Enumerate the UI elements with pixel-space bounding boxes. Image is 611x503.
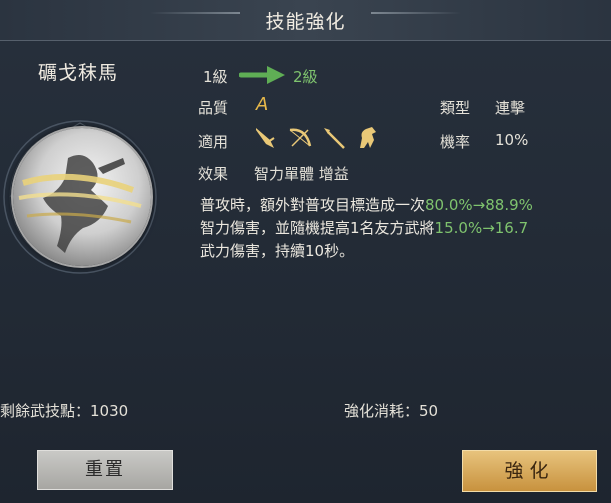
sword-icon	[252, 124, 280, 152]
skill-name: 礪戈秣馬	[37, 62, 118, 84]
arrow-right-icon	[239, 66, 285, 84]
quality-label: 品質	[198, 99, 229, 117]
enhance-cost: 強化消耗：50	[344, 402, 439, 420]
reset-button[interactable]: 重置	[37, 450, 173, 490]
effect-label: 效果	[198, 165, 229, 183]
level-to: 2級	[293, 68, 318, 86]
warrior-icon	[18, 154, 142, 253]
skill-enhance-panel: 技能強化 礪戈秣馬 1級 2級 品質 A 類型 連擊 適用 機率 10% 效果 …	[0, 0, 611, 503]
level-from: 1級	[203, 68, 228, 86]
remaining-points: 剩餘武技點：1030	[0, 402, 129, 420]
chance-label: 機率	[440, 133, 471, 151]
description-text-1: 普攻時，額外對普攻目標造成一次	[200, 196, 426, 214]
description-line-1: 普攻時，額外對普攻目標造成一次80.0%→88.9%	[200, 194, 611, 217]
description-line-3: 武力傷害，持續10秒。	[200, 240, 611, 263]
description-value-2: 15.0%→16.7	[434, 219, 529, 237]
page-title: 技能強化	[265, 11, 346, 33]
type-value: 連擊	[495, 99, 526, 117]
description-line-2: 智力傷害，並隨機提高1名友方武將15.0%→16.7	[200, 217, 611, 240]
skill-emblem	[13, 128, 151, 266]
description-text-3: 武力傷害，持續10秒。	[200, 242, 355, 260]
effect-value: 智力單體 增益	[254, 165, 349, 183]
chance-value: 10%	[495, 131, 529, 149]
applicable-label: 適用	[198, 133, 229, 151]
header-bar: 技能強化	[0, 0, 611, 41]
quality-value: A	[256, 94, 269, 115]
type-label: 類型	[440, 99, 471, 117]
enhance-button[interactable]: 強化	[462, 450, 597, 492]
skill-description: 普攻時，額外對普攻目標造成一次80.0%→88.9% 智力傷害，並隨機提高1名友…	[200, 194, 611, 263]
description-value-1: 80.0%→88.9%	[425, 196, 533, 214]
horse-icon	[354, 124, 382, 152]
applicable-weapons	[252, 124, 382, 152]
description-text-2: 智力傷害，並隨機提高1名友方武將	[200, 219, 435, 237]
bow-icon	[286, 124, 314, 152]
spear-icon	[320, 124, 348, 152]
